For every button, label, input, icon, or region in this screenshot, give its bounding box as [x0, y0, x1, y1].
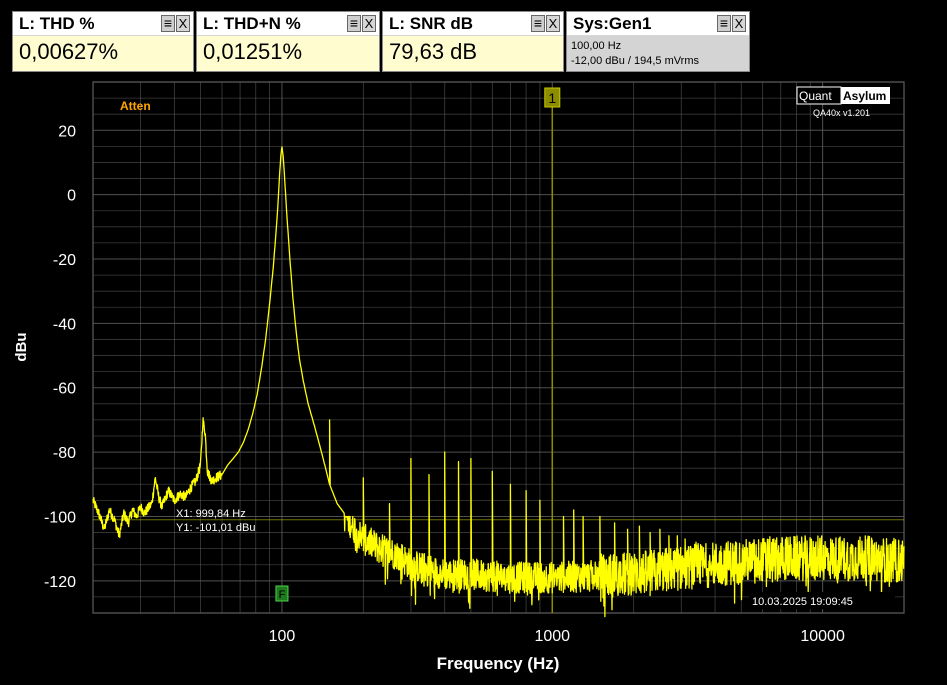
- marker-label: 1: [548, 90, 556, 106]
- y-tick-label: -120: [44, 574, 76, 591]
- atten-label: Atten: [120, 99, 151, 113]
- fundamental-marker-label: F: [279, 589, 286, 601]
- x-axis-label: Frequency (Hz): [437, 654, 560, 673]
- y-tick-label: -60: [53, 381, 76, 398]
- x-axis-ticks: 100 1000 10000: [269, 628, 845, 645]
- svg-text:Quant: Quant: [799, 89, 832, 103]
- cursor-x-readout: X1: 999,84 Hz: [176, 508, 246, 520]
- y-axis-ticks: 20 0 -20 -40 -60 -80 -100 -120: [44, 123, 76, 591]
- y-tick-label: 0: [67, 188, 76, 205]
- y-tick-label: 20: [58, 123, 76, 140]
- y-tick-label: -100: [44, 509, 76, 526]
- y-tick-label: -20: [53, 252, 76, 269]
- spectrum-plot[interactable]: 1 Atten X1: 999,84 Hz Y1: -101,01 dBu F …: [0, 0, 947, 685]
- app-root: L: THD % ≡ X 0,00627% L: THD+N % ≡ X 0,0…: [0, 0, 947, 685]
- x-tick-label: 10000: [800, 628, 845, 645]
- cursor-y-readout: Y1: -101,01 dBu: [176, 522, 256, 534]
- y-tick-label: -80: [53, 445, 76, 462]
- x-tick-label: 1000: [534, 628, 570, 645]
- timestamp: 10.03.2025 19:09:45: [752, 596, 853, 608]
- y-tick-label: -40: [53, 316, 76, 333]
- svg-text:Asylum: Asylum: [843, 89, 886, 103]
- y-axis-label: dBu: [13, 332, 30, 361]
- x-tick-label: 100: [269, 628, 296, 645]
- svg-text:QA40x v1.201: QA40x v1.201: [813, 108, 870, 118]
